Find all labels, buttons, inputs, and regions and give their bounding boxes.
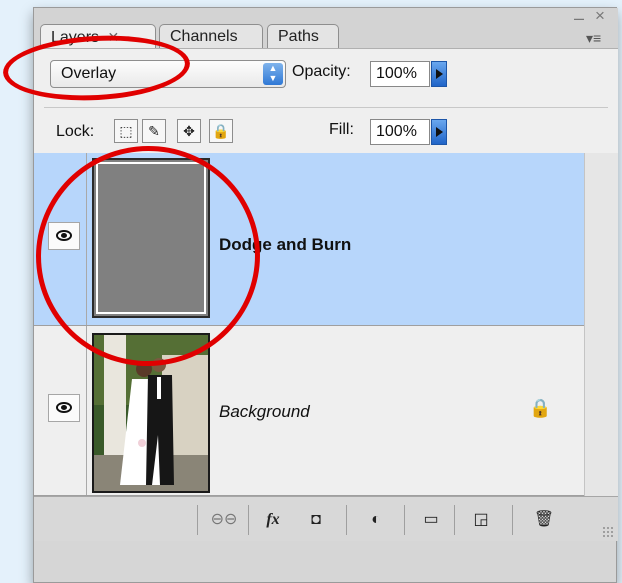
toolbar-separator bbox=[454, 505, 455, 535]
layer-style-fx-icon[interactable]: fx bbox=[256, 507, 290, 533]
toolbar-separator bbox=[197, 505, 198, 535]
tab-channels[interactable]: Channels bbox=[159, 24, 263, 48]
toolbar-separator bbox=[512, 505, 513, 535]
layer-name[interactable]: Dodge and Burn bbox=[219, 235, 351, 255]
visibility-toggle[interactable] bbox=[48, 222, 80, 250]
tab-layers[interactable]: Layers ✕ bbox=[40, 24, 156, 48]
opacity-slider-arrow-icon[interactable] bbox=[431, 61, 447, 87]
trash-icon[interactable]: 🗑 bbox=[529, 507, 559, 533]
layer-options-bar: Overlay ▲ ▼ Opacity: 100% Lock: ⬚ ✎ ✥ 🔒 F… bbox=[34, 48, 618, 153]
fill-slider-arrow-icon[interactable] bbox=[431, 119, 447, 145]
blend-mode-value: Overlay bbox=[61, 65, 117, 82]
tab-layers-label: Layers bbox=[51, 29, 100, 46]
layer-name[interactable]: Background bbox=[219, 402, 310, 422]
fill-label: Fill: bbox=[329, 121, 354, 138]
lock-all-icon[interactable]: 🔒 bbox=[209, 119, 233, 143]
new-group-folder-icon[interactable]: ▭ bbox=[416, 507, 446, 533]
blend-mode-select[interactable]: Overlay ▲ ▼ bbox=[50, 60, 286, 88]
lock-position-icon[interactable]: ✥ bbox=[177, 119, 201, 143]
lock-label: Lock: bbox=[56, 123, 95, 140]
options-divider bbox=[44, 107, 608, 108]
fill-input[interactable]: 100% bbox=[370, 119, 430, 145]
tab-channels-label: Channels bbox=[170, 28, 238, 45]
minimize-icon[interactable]: – bbox=[574, 8, 584, 29]
toolbar-separator bbox=[404, 505, 405, 535]
toolbar-separator bbox=[346, 505, 347, 535]
tab-close-icon[interactable]: ✕ bbox=[107, 29, 119, 45]
opacity-input[interactable]: 100% bbox=[370, 61, 430, 87]
lock-transparent-pixels-icon[interactable]: ⬚ bbox=[114, 119, 138, 143]
panel-menu-icon[interactable]: ▾≡ bbox=[586, 30, 601, 47]
layer-row-background[interactable]: Background 🔒 bbox=[34, 326, 584, 496]
add-mask-icon[interactable]: ◘ bbox=[301, 507, 331, 533]
layers-panel: Layers ✕ Channels Paths – × ▾≡ Overlay ▲… bbox=[33, 7, 618, 583]
eye-icon bbox=[56, 230, 72, 241]
eye-icon bbox=[56, 402, 72, 413]
select-arrows-icon: ▲ ▼ bbox=[263, 63, 283, 85]
tab-paths[interactable]: Paths bbox=[267, 24, 339, 48]
layer-thumbnail-photo[interactable] bbox=[92, 333, 210, 493]
link-layers-icon[interactable]: ⊖⊖ bbox=[206, 507, 242, 533]
lock-image-pixels-icon[interactable]: ✎ bbox=[142, 119, 166, 143]
layer-lock-icon: 🔒 bbox=[529, 398, 552, 418]
layer-list: Dodge and Burn Background 🔒 bbox=[34, 153, 584, 496]
row-divider bbox=[86, 326, 87, 495]
opacity-label: Opacity: bbox=[292, 63, 351, 80]
tab-paths-label: Paths bbox=[278, 28, 319, 45]
tab-strip: Layers ✕ Channels Paths – × ▾≡ bbox=[34, 8, 618, 48]
layers-toolbar: ⊖⊖ fx ◘ ◐ ▭ ◲ 🗑 bbox=[34, 496, 618, 541]
visibility-toggle[interactable] bbox=[48, 394, 80, 422]
wedding-photo-image bbox=[94, 335, 208, 491]
toolbar-separator bbox=[248, 505, 249, 535]
resize-grip-icon[interactable] bbox=[602, 526, 614, 538]
scrollbar-track[interactable] bbox=[584, 153, 618, 496]
adjustment-layer-icon[interactable]: ◐ bbox=[359, 507, 393, 533]
new-layer-icon[interactable]: ◲ bbox=[466, 507, 496, 533]
layer-thumbnail[interactable] bbox=[92, 158, 210, 318]
close-icon[interactable]: × bbox=[595, 8, 605, 26]
layer-row-dodge-and-burn[interactable]: Dodge and Burn bbox=[34, 153, 584, 326]
row-divider bbox=[86, 153, 87, 325]
